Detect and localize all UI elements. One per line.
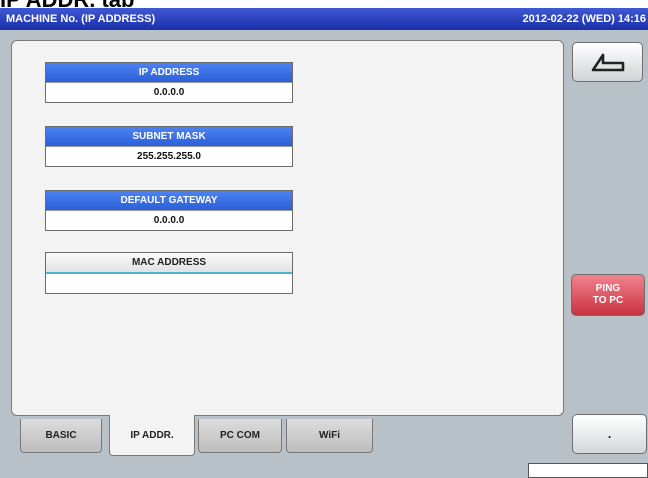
window-title: MACHINE No. (IP ADDRESS): [6, 13, 156, 25]
default-gateway-value[interactable]: 0.0.0.0: [46, 210, 292, 230]
title-bar: MACHINE No. (IP ADDRESS) 2012-02-22 (WED…: [0, 8, 648, 30]
settings-panel: IP ADDRESS 0.0.0.0 SUBNET MASK 255.255.2…: [11, 40, 564, 416]
datetime-display: 2012-02-22 (WED) 14:16: [522, 13, 646, 25]
ip-address-field[interactable]: IP ADDRESS 0.0.0.0: [45, 62, 293, 103]
tab-basic[interactable]: BASIC: [20, 419, 102, 453]
mac-address-label: MAC ADDRESS: [46, 253, 292, 274]
dot-button[interactable]: .: [572, 414, 647, 454]
subnet-mask-field[interactable]: SUBNET MASK 255.255.255.0: [45, 126, 293, 167]
subnet-mask-value[interactable]: 255.255.255.0: [46, 146, 292, 166]
tab-ip-addr[interactable]: IP ADDR.: [109, 415, 195, 456]
subnet-mask-label: SUBNET MASK: [46, 127, 292, 146]
ping-label-line2: TO PC: [592, 295, 624, 306]
tab-pc-com[interactable]: PC COM: [198, 419, 282, 453]
ip-address-value[interactable]: 0.0.0.0: [46, 82, 292, 102]
mac-address-field: MAC ADDRESS: [45, 252, 293, 294]
ping-to-pc-button[interactable]: PING TO PC: [571, 274, 645, 316]
ping-label-line1: PING: [595, 283, 621, 294]
back-button[interactable]: [572, 42, 643, 82]
default-gateway-field[interactable]: DEFAULT GATEWAY 0.0.0.0: [45, 190, 293, 231]
mac-address-value: [46, 274, 292, 293]
default-gateway-label: DEFAULT GATEWAY: [46, 191, 292, 210]
return-arrow-icon: [591, 53, 624, 72]
ip-address-label: IP ADDRESS: [46, 63, 292, 82]
footer-box: [528, 463, 648, 478]
tab-wifi[interactable]: WiFi: [286, 419, 373, 453]
